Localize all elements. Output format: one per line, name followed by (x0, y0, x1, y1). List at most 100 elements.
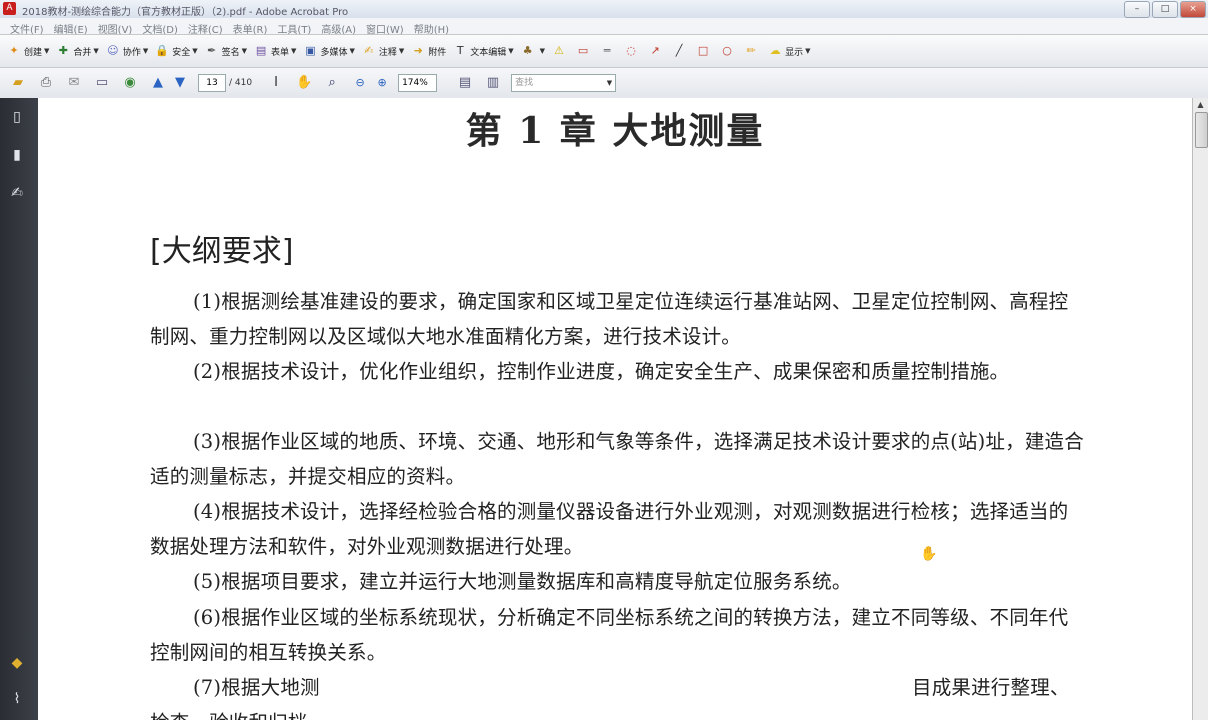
toolbar-button[interactable]: ➜ 附件 (410, 39, 447, 63)
toolbar-button[interactable]: ▣ 多媒体 ▼ (302, 39, 355, 63)
chapter-title: 第 1 章 大地测量 (465, 110, 765, 152)
next-page-icon[interactable]: ▼ (170, 73, 190, 93)
open-folder-icon[interactable]: ▰ (8, 73, 28, 93)
chevron-down-icon[interactable]: ▼ (44, 47, 49, 55)
navigation-sidebar: ▯ ▮ ✍ ◆ ⌇ (0, 98, 38, 720)
toolbar-button[interactable]: □ (695, 39, 713, 63)
chevron-down-icon[interactable]: ▼ (607, 75, 612, 91)
signatures-panel-icon[interactable]: ✍ (8, 184, 26, 202)
paragraph-7-line2: 检查、验收和归档。 (150, 705, 1088, 720)
zoom-out-icon[interactable]: ⊖ (350, 73, 370, 93)
chevron-down-icon[interactable]: ▼ (143, 47, 148, 55)
section-title: [大纲要求] (150, 234, 294, 269)
hand-cursor-icon: ✋ (920, 546, 938, 562)
chevron-down-icon[interactable]: ▼ (508, 47, 513, 55)
toolbar-button[interactable]: ▭ (575, 39, 593, 63)
comment-icon: ✍ (364, 44, 374, 57)
pages-panel-icon[interactable]: ▯ (8, 108, 26, 126)
form-icon: ▤ (255, 44, 267, 57)
chevron-down-icon[interactable]: ▼ (399, 47, 404, 55)
warning-icon: ⚠ (554, 44, 564, 57)
toolbar-button[interactable]: ◌ (623, 39, 641, 63)
toolbar-button[interactable]: ↗ (647, 39, 665, 63)
toolbar-button[interactable]: ☁ 显示 ▼ (767, 39, 811, 63)
close-button[interactable]: × (1180, 1, 1206, 18)
toolbar-button[interactable]: ⚠ (551, 39, 569, 63)
stamp-icon: ♣ (522, 44, 533, 57)
paragraph-2: (2)根据技术设计，优化作业组织，控制作业进度，确定安全生产、成果保密和质量控制… (193, 360, 1010, 383)
toolbar-button-label: 合并 (73, 47, 92, 58)
toolbar-button[interactable]: ✦ 创建 ▼ (6, 39, 49, 63)
globe-icon[interactable]: ◉ (120, 73, 140, 93)
previous-page-icon[interactable]: ▲ (148, 73, 168, 93)
toolbar-button-label: 协作 (122, 47, 141, 58)
scroll-up-icon[interactable]: ▲ (1195, 100, 1206, 109)
pen-icon: ✒ (207, 44, 217, 57)
lock-icon: 🔒 (155, 44, 170, 57)
toolbar-button[interactable]: T 文本编辑 ▼ (452, 39, 514, 63)
toolbar-button[interactable]: ╱ (671, 39, 689, 63)
toolbar-button-label: 附件 (428, 47, 447, 58)
toolbar-button[interactable]: ♣ ▼ (520, 39, 545, 63)
toolbar-button-label: 注释 (378, 47, 397, 58)
toolbar-button[interactable]: ✒ 签名 ▼ (204, 39, 247, 63)
acrobat-pdf-icon: A (3, 2, 16, 15)
select-text-icon[interactable]: Ⅰ (266, 73, 286, 93)
cloud-icon: ◌ (626, 44, 636, 57)
minimize-button[interactable]: – (1124, 1, 1150, 18)
window-controls: – □ × (1124, 1, 1206, 18)
collaborate-icon: ☺ (107, 44, 119, 57)
merge-icon: ✚ (58, 44, 69, 57)
chevron-down-icon[interactable]: ▼ (540, 47, 545, 55)
page-total: / 410 (229, 78, 253, 88)
layers-panel-icon[interactable]: ◆ (8, 654, 26, 672)
bookmarks-panel-icon[interactable]: ▮ (8, 146, 26, 164)
chevron-down-icon[interactable]: ▼ (349, 47, 354, 55)
attachments-panel-icon[interactable]: ⌇ (8, 690, 26, 708)
search-placeholder: 查找 (515, 78, 534, 88)
toolbar-button[interactable]: ✍ 注释 ▼ (361, 39, 404, 63)
zoom-level-input[interactable]: 174% (398, 74, 438, 92)
chevron-down-icon[interactable]: ▼ (93, 47, 98, 55)
toolbar-button[interactable]: ○ (719, 39, 737, 63)
search-input[interactable]: 查找 ▼ (511, 74, 617, 92)
line-tool-icon: ╱ (675, 44, 683, 57)
create-icon: ✦ (9, 44, 19, 57)
toolbar-button[interactable]: ☺ 协作 ▼ (105, 39, 148, 63)
menu-bar: 文件(F) 编辑(E) 视图(V) 文档(D) 注释(C) 表单(R) 工具(T) 高级(A)… (0, 18, 1208, 36)
highlight-icon: ▭ (577, 44, 589, 57)
toolbar-button-label: 安全 (172, 47, 191, 58)
chevron-down-icon[interactable]: ▼ (242, 47, 247, 55)
arrow-tool-icon: ↗ (650, 44, 660, 57)
vertical-scrollbar[interactable]: ▲ (1192, 98, 1208, 720)
toolbar-button[interactable]: ▤ 表单 ▼ (253, 39, 297, 63)
toolbar-button[interactable]: ✏ (743, 39, 761, 63)
toolbar-button[interactable]: ═ (599, 39, 617, 63)
scan-icon[interactable]: ▭ (92, 73, 112, 93)
hand-tool-icon[interactable]: ✋ (294, 73, 314, 93)
chevron-down-icon[interactable]: ▼ (291, 47, 296, 55)
email-icon[interactable]: ✉ (64, 73, 84, 93)
fit-width-icon[interactable]: ▥ (483, 73, 503, 93)
toolbar-button-label: 多媒体 (320, 47, 348, 58)
chevron-down-icon[interactable]: ▼ (805, 47, 810, 55)
marquee-zoom-icon[interactable]: ⌕ (322, 73, 342, 93)
fit-page-icon[interactable]: ▤ (455, 73, 475, 93)
document-page[interactable]: 第 1 章 大地测量 [大纲要求] (1)根据测绘基准建设的要求，确定国家和区域… (38, 98, 1192, 720)
oval-tool-icon: ○ (722, 44, 732, 57)
toolbar-button[interactable]: 🔒 安全 ▼ (154, 39, 197, 63)
toolbar-button-label: 签名 (221, 47, 240, 58)
rectangle-tool-icon: □ (697, 44, 709, 57)
scrollbar-thumb[interactable] (1195, 112, 1208, 148)
paragraph-7-end: 目成果进行整理、 (912, 676, 1070, 699)
print-icon[interactable]: ⎙ (36, 73, 56, 93)
paragraph-4: (4)根据技术设计，选择经检验合格的测量仪器设备进行外业观测，对观测数据进行检核… (150, 500, 1069, 558)
toolbar-button[interactable]: ✚ 合并 ▼ (55, 39, 99, 63)
paragraph-6: (6)根据作业区域的坐标系统现状，分析确定不同坐标系统之间的转换方法，建立不同等… (150, 606, 1069, 664)
chevron-down-icon[interactable]: ▼ (192, 47, 197, 55)
paragraph-3: (3)根据作业区域的地质、环境、交通、地形和气象等条件，选择满足技术设计要求的点… (150, 430, 1084, 488)
page-number-input[interactable]: 13 (198, 74, 226, 92)
zoom-in-icon[interactable]: ⊕ (372, 73, 392, 93)
maximize-button[interactable]: □ (1152, 1, 1178, 18)
main-toolbar: ✦ 创建 ▼ ✚ 合并 ▼ ☺ 协作 ▼ 🔒 安全 ▼ ✒ 签名 ▼ ▤ 表单 ▼ ▣ 多媒体 ▼ ✍ 注释 ▼ ➜ 附件 T 文本编… (0, 35, 1208, 68)
